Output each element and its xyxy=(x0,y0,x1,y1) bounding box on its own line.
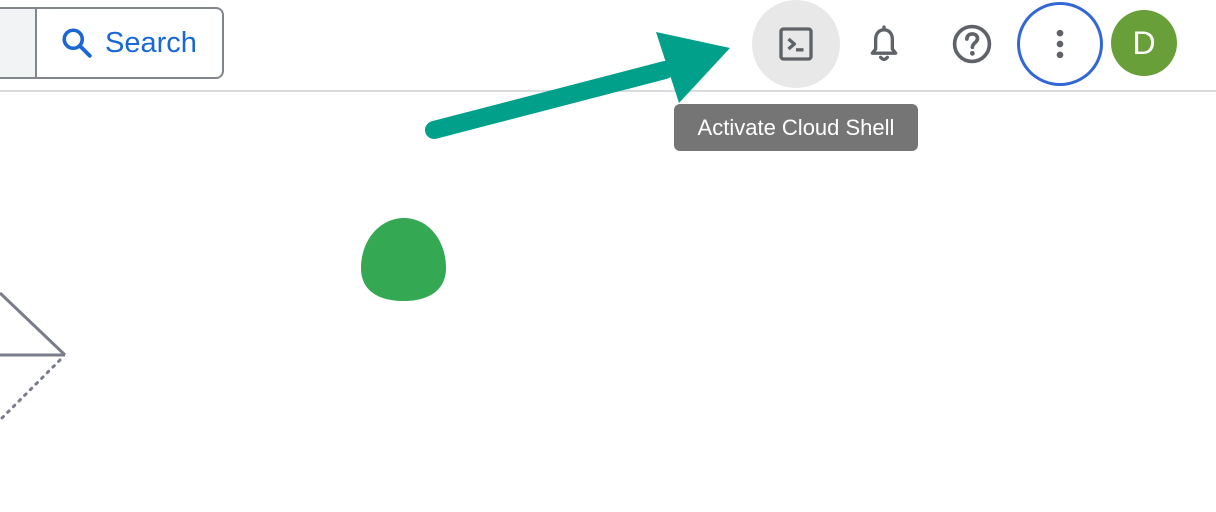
top-bar: Search D xyxy=(0,0,1216,92)
page: Search D Activate Cloud Shell xyxy=(0,0,1216,512)
more-options-button[interactable] xyxy=(1016,0,1104,88)
avatar[interactable]: D xyxy=(1111,10,1177,76)
terminal-icon xyxy=(779,27,813,61)
search-button-label: Search xyxy=(105,26,197,59)
diagram-dotted-edge xyxy=(0,358,62,422)
notifications-button[interactable] xyxy=(840,0,928,88)
more-vertical-icon xyxy=(1056,29,1064,59)
diagram-edge xyxy=(0,291,67,357)
search-button[interactable]: Search xyxy=(39,9,222,77)
cloud-shell-tooltip: Activate Cloud Shell xyxy=(674,104,918,151)
bell-icon xyxy=(870,25,898,62)
avatar-initial: D xyxy=(1132,24,1156,61)
search-icon xyxy=(62,28,92,58)
help-button[interactable] xyxy=(928,0,1016,88)
tooltip-text: Activate Cloud Shell xyxy=(697,114,895,140)
search-input[interactable] xyxy=(0,9,37,77)
green-blob-decoration xyxy=(361,218,446,301)
help-icon xyxy=(952,24,992,64)
search-box: Search xyxy=(0,7,224,79)
cloud-shell-button[interactable] xyxy=(752,0,840,88)
